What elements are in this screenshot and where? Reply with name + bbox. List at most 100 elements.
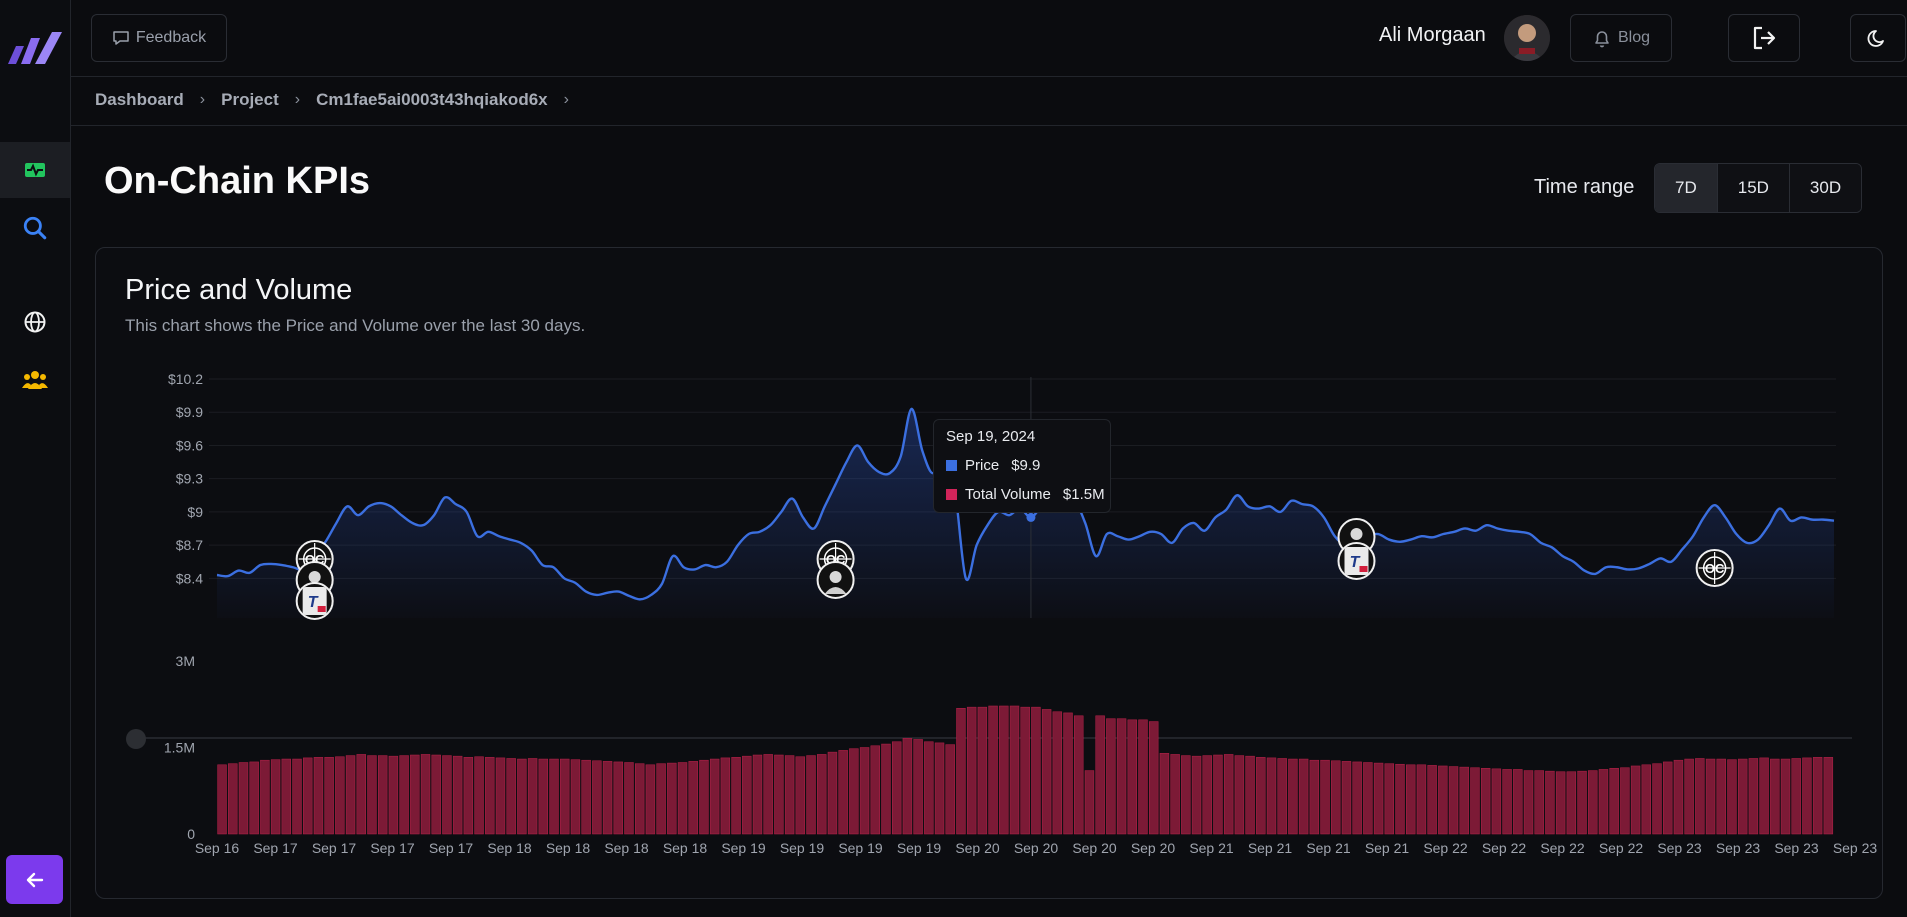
message-icon <box>113 31 129 45</box>
volume-bar <box>1020 706 1030 835</box>
volume-bar <box>560 758 570 835</box>
x-tick-label: Sep 23 <box>1833 840 1878 856</box>
volume-bar <box>1138 719 1148 835</box>
volume-bar <box>1095 715 1105 835</box>
volume-bar <box>1223 754 1234 835</box>
volume-bar <box>1245 755 1255 835</box>
t-logo-flag <box>1359 566 1368 572</box>
theme-toggle-button[interactable] <box>1850 14 1906 62</box>
volume-bar <box>1063 712 1073 835</box>
volume-bar <box>977 706 988 835</box>
volume-bar <box>613 761 623 835</box>
volume-bar <box>1652 763 1662 835</box>
feedback-label: Feedback <box>135 29 207 46</box>
volume-bar <box>517 758 527 835</box>
time-range-selector: 7D 15D 30D <box>1654 163 1863 213</box>
avatar[interactable] <box>1504 15 1550 61</box>
volume-bar <box>1320 759 1330 835</box>
x-tick-label: Sep 18 <box>546 840 591 856</box>
sidebar-item-users[interactable] <box>0 352 70 408</box>
volume-bar <box>1759 757 1769 835</box>
volume-bar <box>870 745 880 835</box>
volume-bar <box>377 755 388 835</box>
volume-bar <box>1202 755 1212 835</box>
volume-bar <box>742 755 752 835</box>
volume-bar <box>1256 757 1266 835</box>
volume-bar <box>1823 757 1834 835</box>
volume-bar <box>1395 763 1405 835</box>
feedback-button[interactable]: Feedback <box>91 14 227 62</box>
x-tick-label: Sep 19 <box>897 840 942 856</box>
globe-icon <box>24 311 46 333</box>
x-tick-label: Sep 21 <box>1248 840 1293 856</box>
hover-point <box>1026 512 1036 522</box>
volume-bar <box>752 754 763 835</box>
volume-bar <box>924 741 934 835</box>
volume-bar <box>677 762 688 835</box>
sidebar-item-search[interactable] <box>0 200 70 256</box>
volume-bar <box>538 758 549 835</box>
sidebar-item-activity[interactable] <box>0 142 70 198</box>
volume-bar <box>881 743 891 835</box>
volume-bar <box>1812 757 1823 835</box>
time-range-label: Time range <box>1534 176 1635 198</box>
volume-bar <box>1159 753 1170 835</box>
volume-bar <box>827 751 838 835</box>
price-volume-card: Price and Volume This chart shows the Pr… <box>95 247 1883 899</box>
volume-bar <box>1009 705 1020 835</box>
volume-bar <box>1780 758 1791 835</box>
volume-bar <box>292 758 302 835</box>
volume-bar <box>452 755 463 835</box>
range-7d-button[interactable]: 7D <box>1655 164 1718 212</box>
x-tick-label: Sep 22 <box>1599 840 1644 856</box>
volume-bar <box>506 758 516 835</box>
x-tick-label: Sep 17 <box>429 840 474 856</box>
breadcrumb-item-dashboard[interactable]: Dashboard <box>95 90 184 110</box>
volume-bar <box>249 761 259 835</box>
x-tick-label: Sep 20 <box>1014 840 1059 856</box>
volume-bar <box>817 754 827 835</box>
x-tick-label: Sep 16 <box>195 840 240 856</box>
volume-bar <box>1106 718 1116 835</box>
volume-bar <box>1448 766 1459 835</box>
volume-bar <box>442 755 452 835</box>
volume-bar <box>934 742 945 835</box>
volume-bar <box>356 754 366 835</box>
person-head <box>829 571 842 583</box>
volume-bar <box>763 754 773 835</box>
chart-tooltip: Sep 19, 2024 Price $9.9 Total Volume $1.… <box>933 419 1111 513</box>
volume-bar <box>859 747 870 835</box>
range-15d-button[interactable]: 15D <box>1717 164 1790 212</box>
price-volume-chart[interactable]: $10.2$9.9$9.6$9.3$9$8.7$8.4OCTOC T OC3M1.5… <box>96 248 1882 898</box>
volume-bar <box>1502 769 1512 835</box>
avatar-image <box>1504 15 1550 61</box>
page-title: On-Chain KPIs <box>104 160 371 202</box>
volume-bar <box>849 748 859 835</box>
logout-button[interactable] <box>1728 14 1800 62</box>
bars-logo[interactable] <box>8 32 62 64</box>
breadcrumb-item-id[interactable]: Cm1fae5ai0003t43hqiakod6x <box>316 90 548 110</box>
y-tick-label: $9.9 <box>176 404 203 420</box>
x-tick-label: Sep 21 <box>1306 840 1351 856</box>
y-tick-label: $10.2 <box>168 371 203 387</box>
volume-bar <box>1513 769 1523 835</box>
volume-bar <box>891 741 902 835</box>
volume-bar <box>420 754 431 835</box>
breadcrumb-item-project[interactable]: Project <box>221 90 279 110</box>
range-30d-button[interactable]: 30D <box>1789 164 1862 212</box>
back-button[interactable] <box>6 855 63 904</box>
x-tick-label: Sep 19 <box>721 840 766 856</box>
y-tick-label: $9.6 <box>176 437 203 453</box>
blog-button[interactable]: Blog <box>1570 14 1672 62</box>
volume-bar <box>345 755 356 835</box>
t-logo-flag <box>317 606 326 612</box>
y-tick-label: $8.4 <box>176 570 203 586</box>
volume-bar <box>656 763 666 835</box>
volume-bar <box>1566 771 1577 835</box>
volume-bar <box>1084 770 1095 835</box>
sidebar-item-globe[interactable] <box>0 294 70 350</box>
volume-bar <box>784 755 795 835</box>
volume-bar <box>913 739 923 835</box>
arrow-left-icon <box>26 872 43 887</box>
volume-bar <box>474 756 484 835</box>
